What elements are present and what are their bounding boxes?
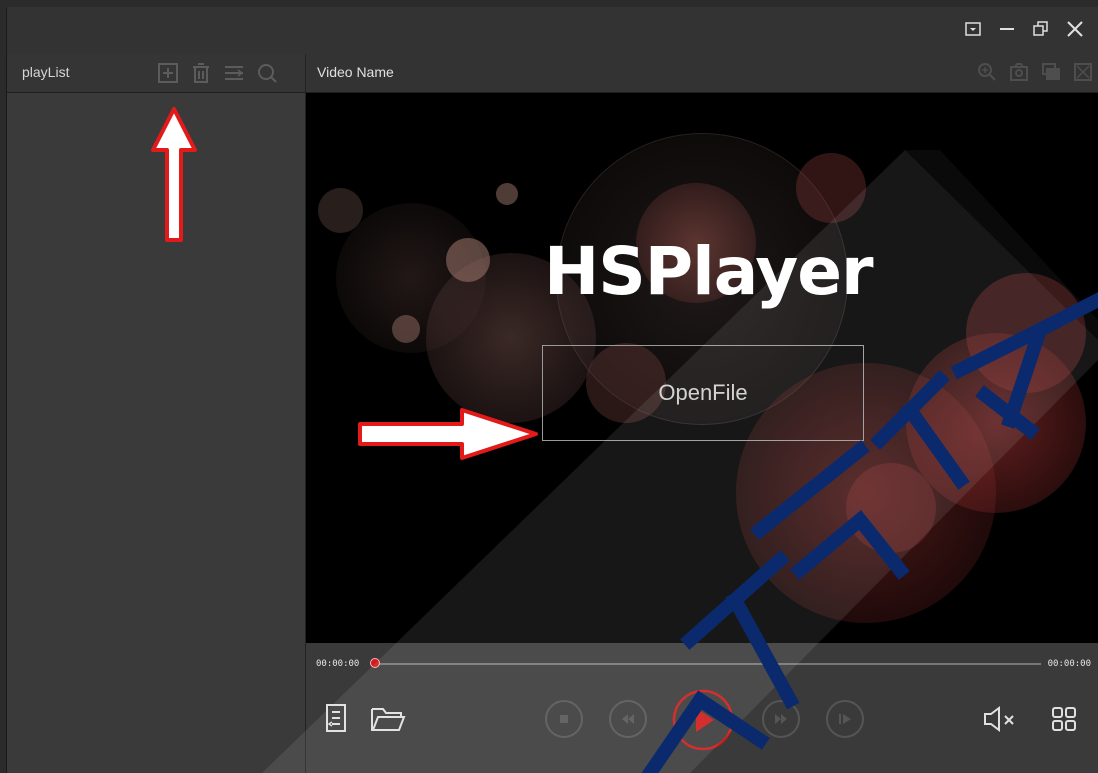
fullscreen-icon[interactable] <box>1073 62 1093 82</box>
video-name: Video Name <box>317 64 394 80</box>
total-time: 00:00:00 <box>1047 659 1091 669</box>
minimize-icon[interactable] <box>997 19 1017 39</box>
bokeh-light <box>846 463 936 553</box>
list-icon[interactable] <box>223 62 245 84</box>
open-file-button[interactable]: OpenFile <box>542 345 864 441</box>
annotation-arrow-right <box>358 408 538 460</box>
playlist-title: playList <box>22 64 70 80</box>
video-header: Video Name <box>306 54 1098 93</box>
close-icon[interactable] <box>1065 19 1085 39</box>
bokeh-light <box>496 183 518 205</box>
search-icon[interactable] <box>256 62 278 84</box>
play-icon[interactable] <box>672 689 734 751</box>
playback-controls: 00:00:00 00:00:00 <box>306 643 1098 773</box>
mute-icon[interactable] <box>982 705 1018 733</box>
annotation-arrow-up <box>151 107 197 242</box>
open-folder-icon[interactable] <box>370 705 406 733</box>
bokeh-light <box>796 153 866 223</box>
add-icon[interactable] <box>157 62 179 84</box>
restore-icon[interactable] <box>1031 19 1051 39</box>
playlist-toggle-icon[interactable] <box>324 703 350 733</box>
trash-icon[interactable] <box>190 62 212 84</box>
bokeh-light <box>966 273 1086 393</box>
video-tools <box>977 62 1093 82</box>
dropdown-icon[interactable] <box>963 19 983 39</box>
camera-icon[interactable] <box>1009 62 1029 82</box>
bokeh-light <box>392 315 420 343</box>
stop-icon[interactable] <box>544 699 584 739</box>
current-time: 00:00:00 <box>316 659 360 669</box>
playlist-header: playList <box>7 54 305 93</box>
window-icon[interactable] <box>1041 62 1061 82</box>
window-controls <box>963 19 1085 39</box>
grid-view-icon[interactable] <box>1050 705 1078 733</box>
next-frame-icon[interactable] <box>825 699 865 739</box>
rewind-icon[interactable] <box>608 699 648 739</box>
bokeh-light <box>318 188 363 233</box>
app-brand-title: HSPlayer <box>544 233 874 310</box>
playlist-tools <box>157 62 278 84</box>
zoom-in-icon[interactable] <box>977 62 997 82</box>
bokeh-light <box>446 238 490 282</box>
video-stage: HSPlayer OpenFile <box>306 93 1098 643</box>
title-bar <box>7 7 1098 54</box>
fast-forward-icon[interactable] <box>761 699 801 739</box>
progress-thumb[interactable] <box>370 658 380 668</box>
progress-track[interactable] <box>376 663 1041 665</box>
